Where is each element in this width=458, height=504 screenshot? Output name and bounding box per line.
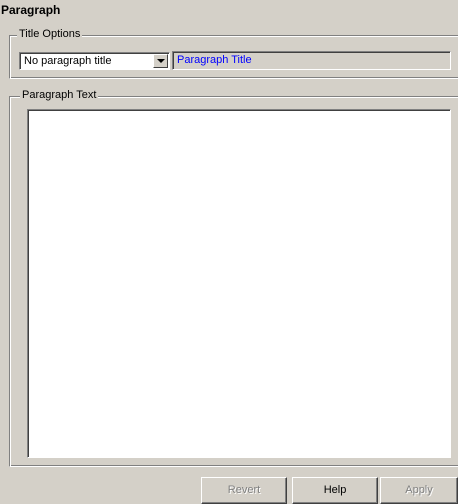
paragraph-title-select[interactable]: No paragraph title [19,52,170,70]
title-options-legend: Title Options [17,28,83,40]
help-button[interactable]: Help [292,477,378,504]
paragraph-text-area[interactable] [27,109,451,458]
apply-button[interactable]: Apply [380,477,458,504]
help-button-label: Help [323,484,347,496]
dropdown-button[interactable] [153,54,168,68]
panel-title: Paragraph [1,3,61,17]
title-field-value: Paragraph Title [177,54,252,66]
paragraph-text-legend: Paragraph Text [20,89,99,101]
paragraph-title-field[interactable]: Paragraph Title [172,51,451,70]
apply-button-label: Apply [405,484,433,496]
revert-button-label: Revert [227,484,261,496]
revert-button[interactable]: Revert [201,477,287,504]
select-value: No paragraph title [24,55,112,67]
chevron-down-icon [157,59,165,63]
